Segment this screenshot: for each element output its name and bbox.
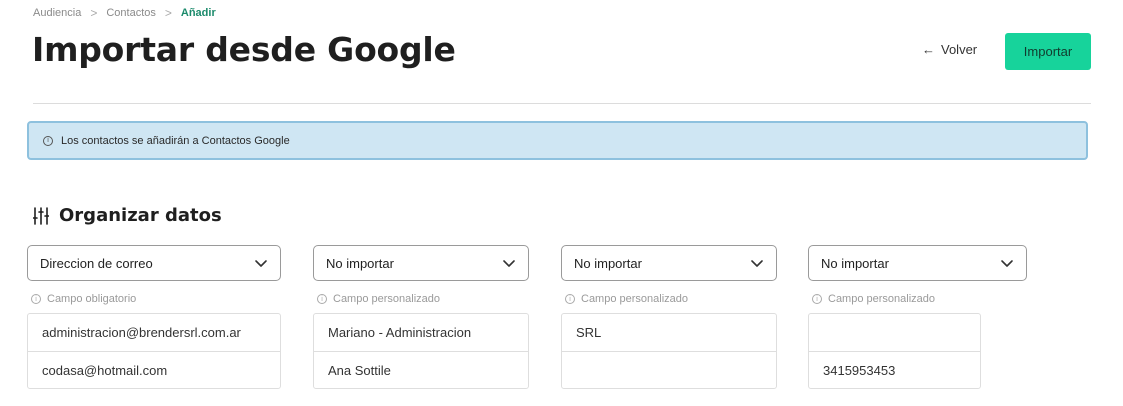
- mapping-column: No importar i Campo personalizado SRL: [561, 245, 777, 389]
- preview-cell: codasa@hotmail.com: [28, 351, 280, 388]
- preview-cell: Ana Sottile: [314, 351, 528, 388]
- field-hint-text: Campo personalizado: [581, 293, 689, 305]
- preview-cell: [562, 351, 776, 388]
- mapping-column: No importar i Campo personalizado Marian…: [313, 245, 529, 389]
- field-hint: i Campo personalizado: [561, 293, 777, 305]
- chevron-down-icon: [1001, 260, 1013, 267]
- field-select-value: No importar: [574, 255, 642, 271]
- sliders-icon: [33, 206, 49, 225]
- breadcrumb-item-audiencia[interactable]: Audiencia: [33, 7, 81, 19]
- preview-cell: administracion@brendersrl.com.ar: [42, 325, 241, 340]
- info-banner-text: Los contactos se añadirán a Contactos Go…: [61, 134, 290, 147]
- breadcrumb-separator: >: [90, 6, 98, 20]
- field-select[interactable]: No importar: [808, 245, 1027, 281]
- field-hint-text: Campo personalizado: [828, 293, 936, 305]
- back-link[interactable]: ← Volver: [922, 42, 977, 57]
- chevron-down-icon: [751, 260, 763, 267]
- preview-cells: SRL: [561, 313, 777, 389]
- field-hint: i Campo obligatorio: [27, 293, 281, 305]
- field-select-value: No importar: [821, 255, 889, 271]
- info-icon: i: [317, 294, 327, 304]
- info-icon: i: [565, 294, 575, 304]
- mapping-column: No importar i Campo personalizado 341595…: [808, 245, 1027, 389]
- field-select[interactable]: No importar: [313, 245, 529, 281]
- back-label: Volver: [941, 42, 978, 57]
- field-hint: i Campo personalizado: [313, 293, 529, 305]
- field-select-value: No importar: [326, 255, 394, 271]
- preview-cell: [809, 314, 980, 351]
- breadcrumb-current: Añadir: [180, 7, 216, 19]
- field-hint: i Campo personalizado: [808, 293, 1027, 305]
- field-select[interactable]: Direccion de correo: [27, 245, 281, 281]
- import-button[interactable]: Importar: [1005, 33, 1091, 70]
- chevron-down-icon: [503, 260, 515, 267]
- preview-cell: SRL: [576, 325, 602, 340]
- chevron-down-icon: [255, 260, 267, 267]
- preview-cell: 3415953453: [809, 351, 980, 388]
- preview-cells: administracion@brendersrl.com.ar codasa@…: [27, 313, 281, 389]
- header-divider: [33, 103, 1091, 104]
- info-icon: i: [812, 294, 822, 304]
- mapping-column: Direccion de correo i Campo obligatorio …: [27, 245, 281, 389]
- info-banner: i Los contactos se añadirán a Contactos …: [27, 121, 1088, 160]
- breadcrumb-item-contactos[interactable]: Contactos: [106, 7, 156, 19]
- field-select[interactable]: No importar: [561, 245, 777, 281]
- info-icon: i: [31, 294, 41, 304]
- info-icon: i: [43, 135, 53, 146]
- preview-cell: Mariano - Administracion: [328, 325, 472, 340]
- field-hint-text: Campo personalizado: [333, 293, 441, 305]
- preview-cells: Mariano - Administracion Ana Sottile: [313, 313, 529, 389]
- section-title-label: Organizar datos: [59, 205, 222, 226]
- preview-cells: 3415953453: [808, 313, 981, 389]
- breadcrumb: Audiencia > Contactos > Añadir: [33, 6, 216, 20]
- arrow-left-icon: ←: [922, 42, 935, 57]
- field-select-value: Direccion de correo: [40, 255, 153, 271]
- page-title: Importar desde Google: [32, 30, 456, 69]
- breadcrumb-separator: >: [164, 6, 172, 20]
- field-hint-text: Campo obligatorio: [47, 293, 137, 305]
- section-title: Organizar datos: [33, 205, 222, 226]
